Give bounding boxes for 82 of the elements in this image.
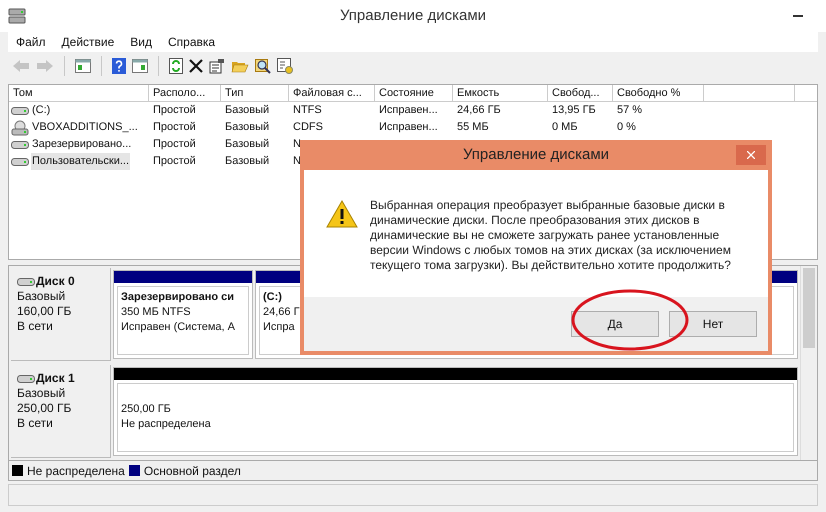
dialog-title: Управление дисками: [462, 144, 610, 165]
scrollbar[interactable]: [800, 266, 817, 460]
table-cell: Исправен...: [379, 121, 438, 134]
close-icon: [747, 151, 755, 159]
column-header[interactable]: Файловая с...: [289, 85, 375, 101]
refresh-icon[interactable]: [169, 58, 183, 74]
menu-item[interactable]: Действие: [62, 33, 114, 51]
partition-detail: 350 МБ NTFS: [121, 305, 191, 320]
legend-label: Основной раздел: [144, 462, 241, 480]
column-header[interactable]: Свобод...: [548, 85, 613, 101]
volume-name[interactable]: Пользовательски...: [31, 153, 130, 170]
disk-size: 250,00 ГБ: [17, 401, 72, 416]
drive-icon: [11, 106, 29, 116]
drive-icon: [17, 276, 35, 286]
disk-status: В сети: [17, 319, 54, 334]
menu-item[interactable]: Справка: [168, 33, 216, 51]
table-cell: Базовый: [225, 104, 270, 116]
drive-icon: [11, 140, 29, 150]
partition-block[interactable]: 250,00 ГБ Не распределена: [113, 367, 798, 456]
partition-title: Зарезервировано си: [121, 290, 234, 305]
partition-detail: Не распределена: [121, 417, 211, 432]
column-header[interactable]: Состояние: [375, 85, 453, 101]
volume-name[interactable]: (C:): [31, 102, 52, 119]
table-cell: 57 %: [617, 104, 642, 116]
menu-item[interactable]: Файл: [16, 33, 46, 51]
disk-type: Базовый: [17, 289, 66, 304]
column-header[interactable]: Емкость: [453, 85, 548, 101]
cd-drive-icon: [11, 120, 29, 136]
column-header[interactable]: Том: [9, 85, 149, 101]
menu-item[interactable]: Вид: [130, 33, 152, 51]
dialog-button[interactable]: Да: [571, 311, 659, 337]
properties-icon[interactable]: [209, 58, 225, 74]
minimize-icon: [793, 15, 803, 17]
table-cell: Исправен...: [379, 104, 438, 116]
dialog-button[interactable]: Нет: [669, 311, 757, 337]
table-cell: Базовый: [225, 138, 270, 150]
warning-icon: [326, 200, 358, 228]
volume-name[interactable]: VBOXADDITIONS_...: [31, 119, 139, 136]
delete-icon[interactable]: [189, 59, 203, 73]
table-cell: CDFS: [293, 121, 323, 134]
disk-type: Базовый: [17, 386, 66, 401]
help-icon[interactable]: [112, 58, 126, 74]
disk-management-icon: [8, 7, 26, 25]
partition-detail: 250,00 ГБ: [121, 402, 171, 417]
column-header[interactable]: Тип: [221, 85, 289, 101]
table-cell: Простой: [153, 138, 196, 150]
table-cell: Базовый: [225, 155, 270, 168]
settings-icon[interactable]: [277, 58, 293, 74]
folder-icon[interactable]: [231, 59, 249, 73]
partition-title: (C:): [263, 290, 282, 305]
window-title: Управление дисками: [338, 6, 488, 26]
search-icon[interactable]: [255, 58, 271, 74]
volume-name[interactable]: Зарезервировано...: [31, 136, 132, 153]
close-button[interactable]: [736, 145, 766, 165]
table-cell: Простой: [153, 155, 196, 168]
table-cell: 55 МБ: [457, 121, 489, 134]
partition-detail: Испра: [263, 320, 295, 335]
disk-name: Диск 1: [36, 371, 75, 386]
disk-status: В сети: [17, 416, 54, 431]
partition-detail: Исправен (Система, А: [121, 320, 235, 335]
disk-size: 160,00 ГБ: [17, 304, 72, 319]
partition-block[interactable]: Зарезервировано си 350 МБ NTFS Исправен (Система, А: [113, 270, 253, 359]
pane-icon[interactable]: [132, 59, 148, 73]
pane-icon[interactable]: [75, 59, 91, 73]
table-cell: 0 МБ: [552, 121, 578, 134]
table-cell: Базовый: [225, 121, 270, 134]
column-header[interactable]: Свободно %: [613, 85, 704, 101]
table-cell: 0 %: [617, 121, 636, 134]
disk-name: Диск 0: [36, 274, 75, 289]
drive-icon: [17, 374, 35, 384]
table-cell: 24,66 ГБ: [457, 104, 501, 116]
table-cell: Простой: [153, 104, 196, 116]
table-cell: N: [293, 155, 301, 168]
dialog-message: Выбранная операция преобразует выбранные базовые диски в динамические диски. После преобразования этих дисков в динамические вы не сможете загружать ранее установленные версии Windows с любых томов на этих дисках (за исключением текущего тома загрузки). Вы действительно хотите продолжить?: [370, 198, 731, 273]
legend-label: Не распределена: [27, 462, 125, 480]
drive-icon: [11, 156, 29, 166]
table-cell: NTFS: [293, 104, 322, 116]
table-cell: Простой: [153, 121, 196, 134]
column-header[interactable]: Располо...: [149, 85, 221, 101]
table-cell: N: [293, 138, 301, 150]
partition-detail: 24,66 Г: [263, 305, 300, 320]
table-cell: 13,95 ГБ: [552, 104, 596, 116]
